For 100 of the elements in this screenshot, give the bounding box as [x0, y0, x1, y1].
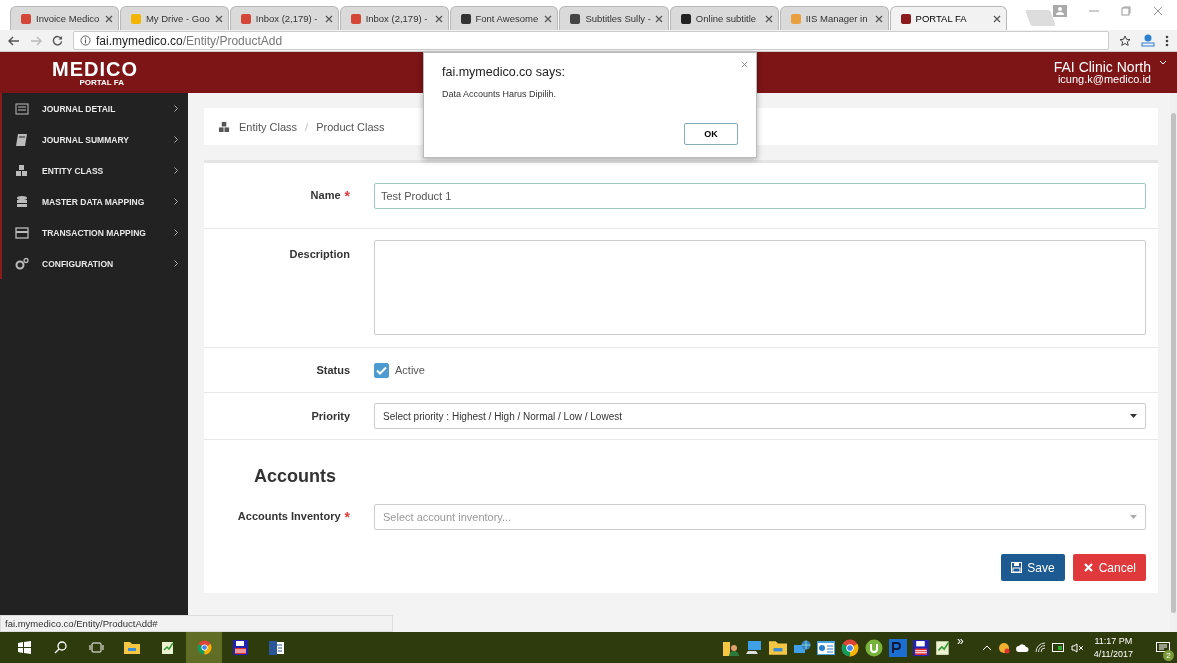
close-icon[interactable] — [993, 14, 1002, 23]
browser-tab[interactable]: Invoice Medico — [10, 6, 119, 30]
check-icon — [376, 365, 387, 375]
field-label: Name — [310, 188, 341, 203]
browser-tab[interactable]: My Drive - Goo — [119, 6, 229, 30]
chevron-icon — [174, 167, 178, 174]
computer-icon[interactable] — [744, 639, 763, 656]
overflow-chevron[interactable]: » — [956, 634, 964, 648]
notepad-icon[interactable] — [934, 639, 951, 656]
folder-icon[interactable] — [124, 641, 140, 654]
field-label: Priority — [311, 410, 350, 422]
notification-badge: 2 — [1163, 650, 1174, 661]
chevron-icon — [174, 105, 178, 112]
clock[interactable]: 11:17 PM 4/11/2017 — [1093, 635, 1133, 660]
clinic-name: FAI Clinic North — [1053, 60, 1151, 74]
search-icon[interactable] — [53, 641, 67, 654]
gears-icon — [15, 256, 29, 271]
field-label: Accounts Inventory — [237, 510, 341, 524]
ok-button[interactable]: OK — [684, 123, 738, 145]
textarea-field[interactable] — [374, 240, 1146, 335]
close-icon[interactable] — [654, 14, 663, 23]
favicon-icon — [569, 12, 582, 25]
dropdown-caret-icon — [1130, 414, 1137, 418]
star-icon[interactable] — [1119, 34, 1131, 47]
caret-icon[interactable] — [1159, 60, 1167, 65]
url-text: fai.mymedico.co/Entity/ProductAdd — [96, 33, 283, 48]
close-icon[interactable] — [434, 14, 443, 23]
card-icon — [15, 225, 29, 240]
cloud-icon[interactable] — [1015, 643, 1029, 652]
globe-computer-icon[interactable] — [792, 639, 811, 656]
favicon-icon — [459, 12, 472, 25]
menu-icon[interactable] — [1165, 34, 1169, 47]
wifi-icon[interactable] — [1034, 642, 1046, 653]
reload-icon[interactable] — [52, 35, 63, 46]
section-heading: Accounts — [254, 465, 337, 487]
browser-tab[interactable]: PORTAL FA — [889, 6, 1008, 30]
muted-speaker-icon[interactable] — [1070, 642, 1084, 653]
close-icon[interactable] — [214, 14, 223, 23]
favicon-icon — [20, 12, 32, 25]
favicon-icon — [899, 12, 912, 25]
user-folder-icon[interactable] — [722, 639, 739, 656]
select-field[interactable]: Select priority : Highest / High / Normal / Low / Lowest — [374, 403, 1146, 429]
browser-tab[interactable]: Inbox (2,179) - — [339, 6, 449, 30]
notepad-icon[interactable] — [161, 640, 175, 655]
chevron-up-icon[interactable] — [981, 644, 992, 651]
cubes-icon — [218, 121, 231, 132]
close-icon[interactable] — [104, 14, 113, 23]
required-mark: * — [344, 188, 350, 203]
required-mark: * — [344, 510, 350, 524]
chevron-icon — [174, 136, 178, 143]
breadcrumb-separator: / — [305, 120, 309, 133]
cubes-icon — [15, 163, 29, 178]
info-icon — [80, 35, 91, 46]
extension-icon[interactable] — [1141, 34, 1155, 47]
folder-icon[interactable] — [768, 640, 787, 655]
windows-icon[interactable] — [17, 641, 31, 654]
status-url: fai.mymedico.co/Entity/ProductAdd# — [0, 615, 393, 632]
database-icon — [15, 194, 29, 209]
field-label: Description — [289, 248, 350, 260]
close-icon[interactable] — [544, 14, 553, 23]
close-icon[interactable] — [764, 14, 773, 23]
notification-icon[interactable] — [1156, 641, 1170, 654]
favicon-icon — [789, 12, 802, 25]
close-icon — [1082, 562, 1094, 573]
favicon-icon — [239, 12, 252, 25]
browser-tab[interactable]: Subtitles Sully - — [559, 6, 669, 30]
save-button[interactable]: Save — [1001, 554, 1065, 581]
browser-tab[interactable]: Online subtitle — [669, 6, 779, 30]
browser-tab[interactable]: Font Awesome — [449, 6, 559, 30]
list-icon — [15, 101, 29, 116]
chevron-icon — [174, 260, 178, 267]
favicon-icon — [679, 12, 692, 25]
close-icon[interactable] — [1153, 6, 1163, 16]
task-view-icon[interactable] — [88, 642, 104, 653]
favicon-icon — [349, 12, 362, 25]
close-icon[interactable] — [324, 14, 333, 23]
chevron-icon — [174, 229, 178, 236]
favicon-icon — [129, 12, 142, 25]
breadcrumb-current: Product Class — [316, 120, 385, 133]
browser-tab[interactable]: Inbox (2,179) - — [229, 6, 339, 30]
word-icon[interactable] — [268, 640, 284, 655]
torrent-icon[interactable] — [864, 638, 883, 657]
chevron-icon — [174, 198, 178, 205]
field-label: Status — [316, 364, 350, 376]
back-icon[interactable] — [8, 35, 20, 46]
book-icon — [15, 132, 29, 147]
close-icon[interactable] — [874, 14, 883, 23]
checkbox-label: Active — [395, 364, 425, 376]
close-icon[interactable] — [741, 61, 748, 68]
breadcrumb-link[interactable]: Entity Class — [239, 120, 298, 133]
chrome-icon[interactable] — [840, 638, 859, 657]
user-email: icung.k@medico.id — [1057, 74, 1151, 85]
dialog-message: Data Accounts Harus Dipilih. — [442, 89, 558, 99]
checkbox[interactable] — [374, 362, 389, 378]
chrome-icon[interactable] — [196, 640, 212, 655]
battery-icon[interactable] — [1051, 643, 1065, 652]
cancel-button[interactable]: Cancel — [1072, 554, 1146, 581]
address-bar[interactable]: fai.mymedico.co/Entity/ProductAdd — [73, 31, 1109, 50]
text-input[interactable]: Test Product 1 — [374, 182, 1146, 209]
browser-tab[interactable]: IIS Manager in — [779, 6, 889, 30]
